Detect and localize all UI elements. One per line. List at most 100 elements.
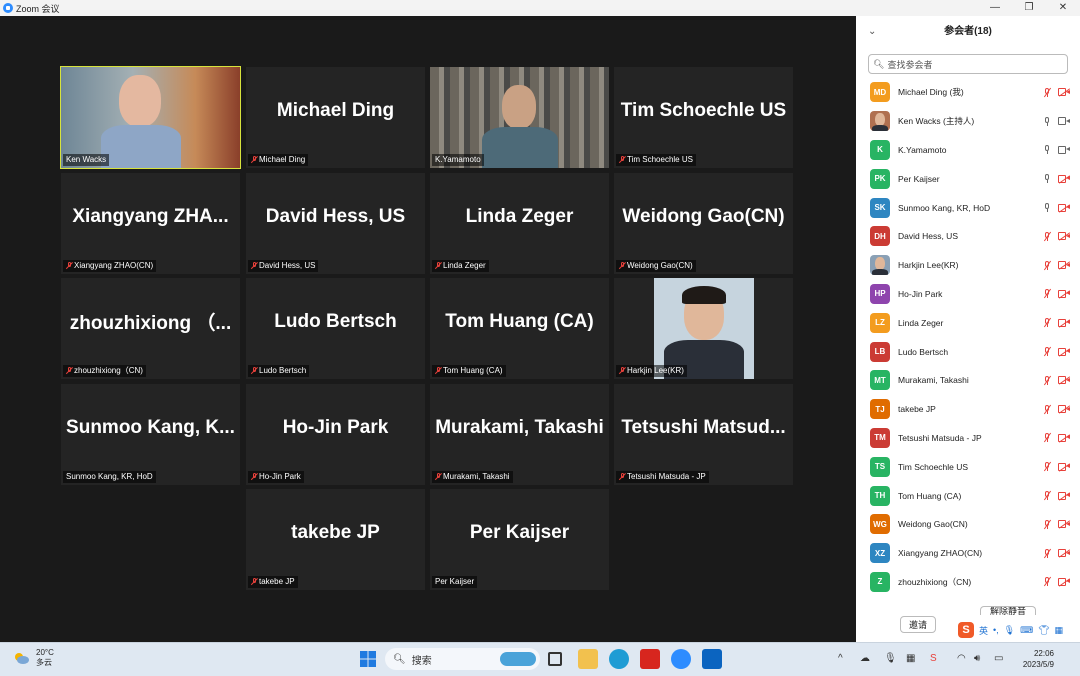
mic-icon[interactable] [1044,203,1050,213]
file-explorer-icon[interactable] [578,649,598,669]
participant-row[interactable]: Zzhouzhixiong（CN) [856,568,1080,597]
participant-row[interactable]: TS Tim Schoechle US [856,452,1080,481]
participant-search-input[interactable]: 🔍︎ 查找参会者 [868,54,1068,74]
camera-icon[interactable] [1058,117,1070,126]
mic-muted-icon[interactable] [1043,548,1052,558]
ime-punct-icon[interactable]: •, [993,625,999,635]
close-button[interactable]: ✕ [1046,0,1080,16]
participant-row[interactable]: MT Murakami, Takashi [856,366,1080,395]
participant-row[interactable]: MD Michael Ding (我) [856,78,1080,107]
taskbar-search[interactable]: 🔍︎ 搜索 [385,648,540,670]
camera-off-icon[interactable] [1058,520,1071,529]
video-tile[interactable]: zhouzhixiong （... zhouzhixiong（CN) [61,278,240,379]
participant-row[interactable]: DH David Hess, US [856,222,1080,251]
zoom-app-icon[interactable] [671,649,691,669]
mic-muted-icon[interactable] [1043,404,1052,414]
cloud-icon[interactable]: ☁ [860,653,870,664]
invite-button[interactable]: 邀请 [900,616,936,633]
ime-keyboard-icon[interactable]: ⌨︎ [1020,625,1033,636]
video-tile[interactable]: K.Yamamoto [430,67,609,168]
camera-off-icon[interactable] [1058,88,1071,98]
ime-grid-icon[interactable]: ▦ [1055,625,1064,636]
camera-off-icon[interactable] [1058,462,1071,472]
ime-language[interactable]: 英 [979,624,988,637]
video-tile[interactable]: Murakami, Takashi Murakami, Takashi [430,384,609,485]
video-tile[interactable]: Xiangyang ZHA... Xiangyang ZHAO(CN) [61,173,240,274]
video-tile[interactable]: Tim Schoechle US Tim Schoechle US [614,67,793,168]
camera-icon[interactable] [1058,145,1070,154]
participant-row[interactable]: TM Tetsushi Matsuda - JP [856,424,1080,453]
camera-off-icon[interactable] [1058,318,1071,328]
weather-widget[interactable]: 20°C 多云 [12,648,54,668]
collapse-chevron-icon[interactable]: ⌄ [868,16,876,48]
video-tile[interactable]: Tom Huang (CA) Tom Huang (CA) [430,278,609,379]
wifi-icon[interactable]: ◠ [957,653,966,664]
battery-icon[interactable]: ▭ [994,653,1003,664]
pdf-reader-icon[interactable] [640,649,660,669]
mic-muted-icon[interactable] [1043,317,1052,328]
unmute-all-button[interactable]: 解除静音 [980,606,1036,615]
participant-row[interactable]: Ken Wacks (主持人) [856,107,1080,136]
task-view-icon[interactable] [548,652,562,666]
mic-muted-icon[interactable] [1043,577,1052,587]
ime-skin-icon[interactable]: 👕︎ [1038,625,1049,636]
minimize-button[interactable]: — [978,0,1012,16]
video-tile[interactable]: Per Kaijser Per Kaijser [430,489,609,590]
volume-icon[interactable]: 🔊︎ [974,653,980,664]
camera-off-icon[interactable] [1058,577,1071,587]
camera-off-icon[interactable] [1058,433,1071,443]
video-tile[interactable]: Harkjin Lee(KR) [614,278,793,379]
mic-muted-icon[interactable] [1043,433,1052,443]
camera-off-icon[interactable] [1058,376,1071,385]
mic-muted-icon[interactable] [1043,231,1052,242]
participant-row[interactable]: WG Weidong Gao(CN) [856,510,1080,539]
video-tile[interactable]: takebe JP takebe JP [246,489,425,590]
camera-off-icon[interactable] [1058,549,1071,558]
mic-muted-icon[interactable] [1043,289,1052,299]
camera-off-icon[interactable] [1058,347,1071,357]
video-tile[interactable]: Michael Ding Michael Ding [246,67,425,168]
edge-browser-icon[interactable] [609,649,629,669]
mic-icon[interactable] [1044,174,1050,184]
participant-row[interactable]: Harkjin Lee(KR) [856,251,1080,280]
camera-off-icon[interactable] [1058,174,1071,184]
camera-off-icon[interactable] [1058,261,1071,270]
video-tile[interactable]: David Hess, US David Hess, US [246,173,425,274]
mic-muted-icon[interactable] [1043,519,1052,530]
camera-off-icon[interactable] [1058,232,1071,242]
mic-muted-icon[interactable] [1043,87,1052,98]
participant-row[interactable]: SK Sunmoo Kang, KR, HoD [856,193,1080,222]
mic-muted-icon[interactable] [1043,461,1052,472]
mic-icon[interactable] [1044,116,1050,126]
participant-row[interactable]: LZ Linda Zeger [856,308,1080,337]
participant-row[interactable]: LB Ludo Bertsch [856,337,1080,366]
windows-start-icon[interactable] [358,649,378,669]
mic-muted-icon[interactable] [1043,260,1052,270]
video-tile[interactable]: Linda Zeger Linda Zeger [430,173,609,274]
sogou-tray-icon[interactable]: S [930,653,937,664]
video-tile[interactable]: Tetsushi Matsud... Tetsushi Matsuda - JP [614,384,793,485]
camera-off-icon[interactable] [1058,203,1071,213]
outlook-icon[interactable] [702,649,722,669]
camera-off-icon[interactable] [1058,491,1071,501]
participant-row[interactable]: K K.Yamamoto [856,136,1080,165]
video-tile[interactable]: Ludo Bertsch Ludo Bertsch [246,278,425,379]
participant-row[interactable]: TJ takebe JP [856,395,1080,424]
mic-muted-icon[interactable] [1043,346,1052,357]
video-tile[interactable]: Ho-Jin Park Ho-Jin Park [246,384,425,485]
participant-row[interactable]: XZ Xiangyang ZHAO(CN) [856,539,1080,568]
video-tile[interactable]: Weidong Gao(CN) Weidong Gao(CN) [614,173,793,274]
network-tray-icon[interactable]: ▦ [906,653,915,664]
mic-muted-icon[interactable] [1043,490,1052,501]
tray-overflow-icon[interactable]: ^ [838,653,843,664]
camera-off-icon[interactable] [1058,289,1071,299]
sogou-logo-icon[interactable]: S [958,622,974,638]
ime-mic-icon[interactable]: 🎙︎ [1004,625,1015,636]
participant-row[interactable]: TH Tom Huang (CA) [856,481,1080,510]
video-tile[interactable]: Ken Wacks [60,66,241,169]
mic-muted-icon[interactable] [1043,375,1052,386]
mic-tray-icon[interactable]: 🎙︎ [884,653,897,664]
video-tile[interactable]: Sunmoo Kang, K... Sunmoo Kang, KR, HoD [61,384,240,485]
participant-row[interactable]: HP Ho-Jin Park [856,280,1080,309]
maximize-button[interactable]: ❐ [1012,0,1046,16]
